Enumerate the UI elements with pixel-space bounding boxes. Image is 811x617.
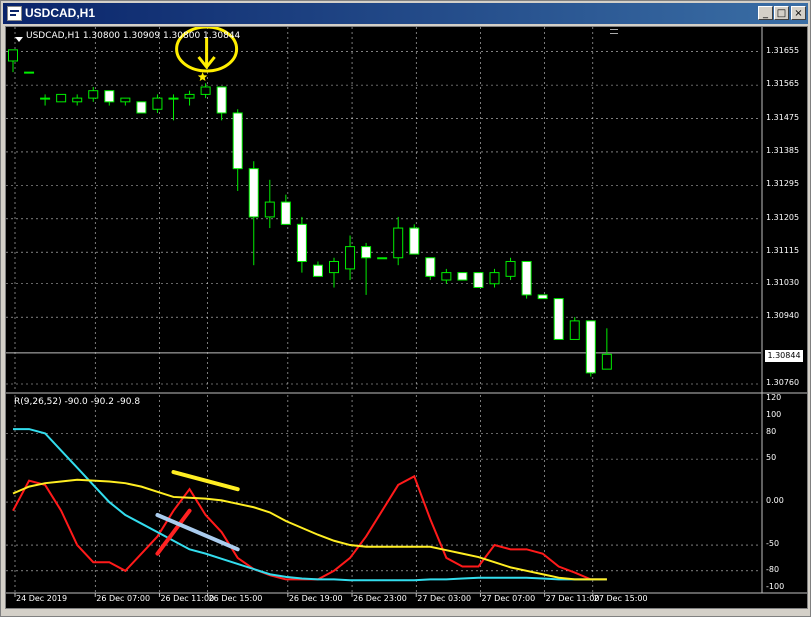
candle-body bbox=[585, 320, 596, 374]
candle-body bbox=[200, 86, 211, 95]
price-tick-label: 1.31030 bbox=[766, 277, 800, 287]
candle-body bbox=[264, 201, 275, 218]
time-tick-label: 26 Dec 07:00 bbox=[96, 594, 151, 603]
indicator-tick-label: -80 bbox=[766, 564, 780, 574]
candle-body bbox=[248, 168, 259, 218]
indicator-info: R(9,26,52) -90.0 -90.2 -90.8 bbox=[14, 397, 141, 407]
maximize-button[interactable]: □ bbox=[774, 6, 789, 20]
chart-canvas[interactable] bbox=[6, 27, 807, 608]
chart-window-icon bbox=[7, 6, 22, 21]
indicator-tick-label: 100 bbox=[766, 410, 782, 420]
current-price-tag: 1.30844 bbox=[765, 350, 803, 362]
time-tick-label: 24 Dec 2019 bbox=[16, 594, 68, 603]
time-tick-label: 27 Dec 03:00 bbox=[417, 594, 472, 603]
chart-area[interactable]: USDCAD,H1 1.30800 1.30909 1.30800 1.3084… bbox=[5, 26, 808, 609]
price-tick-label: 1.31475 bbox=[766, 112, 800, 122]
candle-body bbox=[441, 272, 452, 281]
indicator-line-red bbox=[12, 474, 607, 581]
candle-body bbox=[409, 227, 420, 255]
time-tick-label: 26 Dec 11:00 bbox=[160, 594, 215, 603]
candle-body bbox=[24, 71, 35, 74]
candle-body bbox=[345, 246, 356, 270]
indicator-tick-label: 80 bbox=[766, 427, 777, 437]
indicator-tick-label: 0.00 bbox=[766, 496, 784, 506]
price-tick-label: 1.31115 bbox=[766, 246, 800, 256]
candle-body bbox=[457, 272, 468, 281]
candle-body bbox=[88, 90, 99, 99]
candle-body bbox=[104, 90, 115, 103]
minimize-button[interactable]: _ bbox=[758, 6, 773, 20]
price-tick-label: 1.31565 bbox=[766, 79, 800, 89]
candle-body bbox=[184, 93, 195, 99]
time-tick-label: 26 Dec 15:00 bbox=[208, 594, 263, 603]
candle-body bbox=[232, 112, 243, 170]
candle-body bbox=[312, 264, 323, 277]
candle-body bbox=[152, 97, 163, 110]
candle-body bbox=[505, 260, 516, 277]
candle-body bbox=[280, 201, 291, 225]
candle-body bbox=[473, 272, 484, 288]
chart-menu-triangle-icon[interactable] bbox=[15, 37, 23, 42]
candle-body bbox=[537, 294, 548, 300]
price-tick-label: 1.31295 bbox=[766, 179, 800, 189]
chart-shift-marker-icon[interactable] bbox=[610, 29, 618, 37]
price-tick-label: 1.31655 bbox=[766, 45, 800, 55]
symbol-info: USDCAD,H1 1.30800 1.30909 1.30800 1.3084… bbox=[26, 31, 241, 41]
time-tick-label: 27 Dec 07:00 bbox=[481, 594, 536, 603]
trend-annotation-line bbox=[171, 470, 240, 492]
window-titlebar[interactable]: USDCAD,H1 _ □ × bbox=[3, 3, 808, 24]
candle-body bbox=[553, 298, 564, 340]
candle-body bbox=[377, 257, 388, 260]
window-title: USDCAD,H1 bbox=[25, 6, 96, 20]
indicator-line-cyan bbox=[13, 428, 607, 582]
star-icon bbox=[197, 72, 208, 81]
candle-body bbox=[489, 272, 500, 285]
price-tick-label: 1.31385 bbox=[766, 145, 800, 155]
price-tick-label: 1.30760 bbox=[766, 378, 800, 387]
candle-body bbox=[40, 97, 51, 100]
price-tick-label: 1.30940 bbox=[766, 311, 800, 321]
candle-body bbox=[296, 223, 307, 262]
candle-body bbox=[425, 257, 436, 277]
candle-body bbox=[521, 260, 532, 296]
indicator-tick-label: 50 bbox=[766, 453, 777, 463]
candle-body bbox=[393, 227, 404, 259]
close-button[interactable]: × bbox=[791, 6, 806, 20]
candle-body bbox=[216, 86, 227, 114]
indicator-tick-label: 120 bbox=[766, 393, 782, 402]
chart-window: USDCAD,H1 _ □ × USDCAD,H1 1.30800 1.3090… bbox=[0, 0, 811, 617]
time-tick-label: 26 Dec 19:00 bbox=[288, 594, 343, 603]
time-tick-label: 27 Dec 11:00 bbox=[545, 594, 600, 603]
indicator-tick-label: -100 bbox=[766, 582, 785, 591]
trend-annotation-line bbox=[155, 512, 240, 552]
candle-body bbox=[569, 320, 580, 340]
candle-body bbox=[120, 97, 131, 103]
candle-body bbox=[329, 260, 339, 274]
candle-body bbox=[72, 97, 83, 103]
candle-body bbox=[168, 97, 179, 100]
price-tick-label: 1.31205 bbox=[766, 212, 800, 222]
time-tick-label: 27 Dec 15:00 bbox=[593, 594, 648, 603]
candle-body bbox=[8, 49, 18, 62]
candle-body bbox=[361, 246, 372, 259]
candle-body bbox=[56, 93, 67, 103]
time-tick-label: 26 Dec 23:00 bbox=[353, 594, 407, 603]
candle-body bbox=[601, 353, 612, 370]
indicator-tick-label: -50 bbox=[766, 539, 780, 549]
candle-body bbox=[136, 101, 147, 114]
